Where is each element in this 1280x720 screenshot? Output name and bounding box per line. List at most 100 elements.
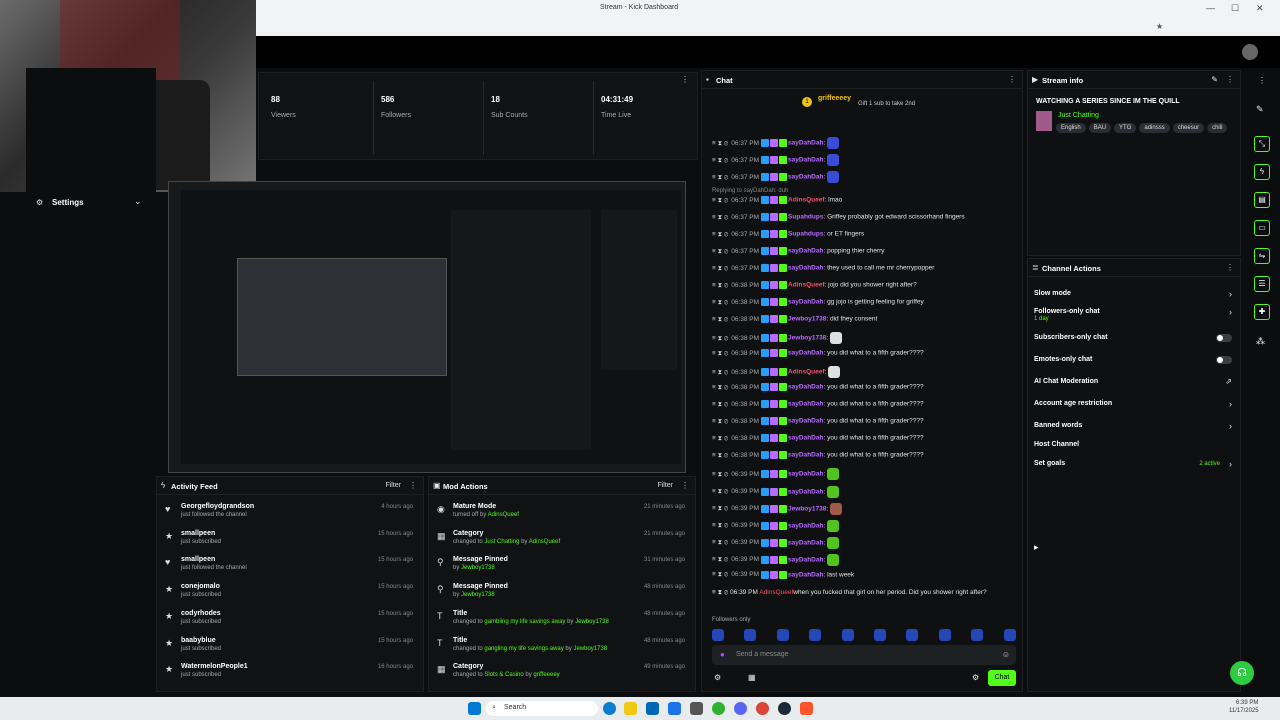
more-icon[interactable]: ⋮ bbox=[1226, 263, 1234, 272]
emote-icon[interactable] bbox=[874, 629, 886, 641]
chat-username[interactable]: sayDahDah bbox=[788, 435, 823, 442]
mod-action-user[interactable]: griffeeeey bbox=[533, 672, 559, 678]
more-icon[interactable]: ⋮ bbox=[1008, 75, 1016, 84]
rail-button-list-icon[interactable]: ☰ bbox=[1254, 276, 1270, 292]
mail-icon[interactable] bbox=[668, 702, 681, 715]
chrome-icon[interactable] bbox=[756, 702, 769, 715]
feed-username[interactable]: conejomalo bbox=[181, 583, 220, 590]
chat-username[interactable]: sayDahDah bbox=[788, 350, 823, 357]
mod-tools-icon[interactable]: ≡ ⧗ ⊘ bbox=[712, 214, 728, 221]
chat-username[interactable]: sayDahDah bbox=[788, 488, 823, 495]
mod-tools-icon[interactable]: ≡ ⧗ ⊘ bbox=[712, 248, 728, 255]
edge-icon[interactable] bbox=[603, 702, 616, 715]
xbox-icon[interactable] bbox=[712, 702, 725, 715]
minimize-icon[interactable]: — bbox=[1206, 3, 1215, 13]
more-icon[interactable]: ⋮ bbox=[1226, 75, 1234, 84]
mod-tools-icon[interactable]: ≡ ⧗ ⊘ bbox=[712, 522, 728, 529]
feed-item[interactable]: ♥ Georgefloydgrandson just followed the ch… bbox=[157, 501, 423, 527]
mod-tools-icon[interactable]: ≡ ⧗ ⊘ bbox=[712, 556, 728, 563]
chat-username[interactable]: AdinsQueef bbox=[788, 369, 824, 376]
send-chat-button[interactable]: Chat bbox=[988, 670, 1016, 686]
mod-tools-icon[interactable]: ≡ ⧗ ⊘ bbox=[712, 401, 728, 408]
chat-username[interactable]: Supahdups bbox=[788, 214, 823, 221]
chat-username[interactable]: AdinsQueef bbox=[788, 197, 824, 204]
mod-tools-icon[interactable]: ≡ ⧗ ⊘ bbox=[712, 140, 728, 147]
mod-tools-icon[interactable]: ≡ ⧗ ⊘ bbox=[712, 418, 728, 425]
settings-toggle[interactable]: ⚙ Settings ⌄ bbox=[26, 194, 154, 212]
mod-tools-icon[interactable]: ≡ ⧗ ⊘ bbox=[712, 174, 728, 181]
mod-tools-icon[interactable]: ≡ ⧗ ⊘ bbox=[712, 282, 728, 289]
channel-action-host-channel[interactable]: Host Channel bbox=[1034, 438, 1234, 456]
mod-action-user[interactable]: Jewboy1738 bbox=[461, 592, 495, 598]
rail-button-tools-icon[interactable]: ✚ bbox=[1254, 304, 1270, 320]
feed-item[interactable]: ♥ smallpeen just followed the channel 15 ho… bbox=[157, 554, 423, 580]
stream-tag[interactable]: YTG bbox=[1114, 123, 1137, 133]
more-icon[interactable]: ⋮ bbox=[409, 481, 417, 490]
maximize-icon[interactable]: ☐ bbox=[1231, 3, 1239, 14]
mod-filter-button[interactable]: Filter bbox=[657, 482, 673, 489]
chat-input[interactable]: ● Send a message ☺ bbox=[712, 645, 1016, 665]
mod-action-user[interactable]: AdinsQueef bbox=[529, 539, 560, 545]
chat-username[interactable]: sayDahDah bbox=[788, 556, 823, 563]
chat-username[interactable]: sayDahDah bbox=[788, 174, 823, 181]
emoji-icon[interactable]: ☺ bbox=[1002, 650, 1010, 659]
channel-action-emotes-only-chat[interactable]: Emotes-only chat bbox=[1034, 353, 1234, 371]
channel-action-followers-only-chat[interactable]: Followers-only chat 1 day › bbox=[1034, 305, 1234, 323]
chat-username[interactable]: AdinsQueef bbox=[788, 282, 824, 289]
mod-action-user[interactable]: Jewboy1738 bbox=[461, 565, 495, 571]
chat-username[interactable]: sayDahDah bbox=[788, 452, 823, 459]
rail-button-link-icon[interactable]: ⇋ bbox=[1254, 248, 1270, 264]
mod-tools-icon[interactable]: ≡ ⧗ ⊘ bbox=[712, 435, 728, 442]
category-name[interactable]: Just Chatting bbox=[1058, 112, 1099, 119]
chat-username[interactable]: sayDahDah bbox=[788, 384, 823, 391]
bookmark-icon[interactable]: ★ bbox=[1156, 22, 1163, 31]
chat-username[interactable]: sayDahDah bbox=[788, 265, 823, 272]
brave-icon[interactable] bbox=[800, 702, 813, 715]
settings-icon[interactable]: ⚙ bbox=[714, 673, 721, 682]
chat-username[interactable]: Jewboy1738 bbox=[788, 316, 826, 323]
stream-tag[interactable]: chill bbox=[1207, 123, 1228, 133]
mod-tools-icon[interactable]: ≡ ⧗ ⊘ bbox=[712, 488, 728, 495]
chat-username[interactable]: Jewboy1738 bbox=[788, 505, 826, 512]
feed-item[interactable]: ★ baabyblue just subscribed 15 hours ago bbox=[157, 635, 423, 661]
stream-tag[interactable]: BAU bbox=[1088, 123, 1112, 133]
edit-icon[interactable]: ✎ bbox=[1211, 75, 1218, 84]
mod-tools-icon[interactable]: ≡ ⧗ ⊘ bbox=[712, 335, 728, 342]
mod-tools-icon[interactable]: ≡ ⧗ ⊘ bbox=[712, 316, 728, 323]
feed-item[interactable]: ★ WatermelonPeople1 just subscribed 16 hour… bbox=[157, 661, 423, 687]
mod-action-user[interactable]: AdinsQueef bbox=[488, 512, 519, 518]
chat-username[interactable]: sayDahDah bbox=[788, 140, 823, 147]
feed-username[interactable]: WatermelonPeople1 bbox=[181, 663, 248, 670]
emote-icon[interactable] bbox=[841, 629, 854, 641]
mod-tools-icon[interactable]: ≡ ⧗ ⊘ bbox=[712, 350, 728, 357]
chat-username[interactable]: sayDahDah bbox=[788, 471, 823, 478]
feed-username[interactable]: codyrhodes bbox=[181, 610, 221, 617]
channel-action-slow-mode[interactable]: Slow mode › bbox=[1034, 287, 1234, 305]
rail-button-flash-icon[interactable]: ϟ bbox=[1254, 164, 1270, 180]
channel-action-ai-chat-moderation[interactable]: AI Chat Moderation ⇗ bbox=[1034, 375, 1234, 393]
mod-tools-icon[interactable]: ≡ ⧗ ⊘ bbox=[712, 299, 728, 306]
mod-tools-icon[interactable]: ≡ ⧗ ⊘ bbox=[712, 471, 728, 478]
windows-start-icon[interactable] bbox=[468, 702, 481, 715]
mod-tools-icon[interactable]: ≡ ⧗ ⊘ bbox=[712, 452, 728, 459]
mod-tools-icon[interactable]: ≡ ⧗ ⊘ bbox=[712, 265, 728, 272]
calendar-icon[interactable]: ▦ bbox=[748, 673, 756, 682]
chat-username[interactable]: sayDahDah bbox=[788, 571, 823, 578]
emote-icon[interactable] bbox=[971, 629, 984, 641]
feed-username[interactable]: smallpeen bbox=[181, 556, 215, 563]
mod-tools-icon[interactable]: ≡ ⧗ ⊘ bbox=[712, 197, 728, 204]
stream-tag[interactable]: adinsss bbox=[1139, 123, 1170, 133]
feed-item[interactable]: ★ smallpeen just subscribed 15 hours ago bbox=[157, 528, 423, 554]
gear-icon[interactable]: ⚙ bbox=[972, 673, 979, 682]
mod-tools-icon[interactable]: ≡ ⧗ ⊘ bbox=[712, 231, 728, 238]
emote-icon[interactable] bbox=[776, 629, 789, 641]
channel-action-banned-words[interactable]: Banned words › bbox=[1034, 419, 1234, 437]
emote-icon[interactable] bbox=[809, 629, 822, 641]
mod-tools-icon[interactable]: ≡ ⧗ ⊘ bbox=[712, 157, 728, 164]
mod-tools-icon[interactable]: ≡ ⧗ ⊘ bbox=[712, 571, 728, 578]
channel-action-subscribers-only-chat[interactable]: Subscribers-only chat bbox=[1034, 331, 1234, 349]
mic-icon[interactable]: ● bbox=[720, 650, 725, 659]
emote-icon[interactable] bbox=[712, 629, 724, 641]
rail-button-expand-icon[interactable]: ⤡ bbox=[1254, 136, 1270, 152]
rail-button-doc-icon[interactable]: ▤ bbox=[1254, 192, 1270, 208]
